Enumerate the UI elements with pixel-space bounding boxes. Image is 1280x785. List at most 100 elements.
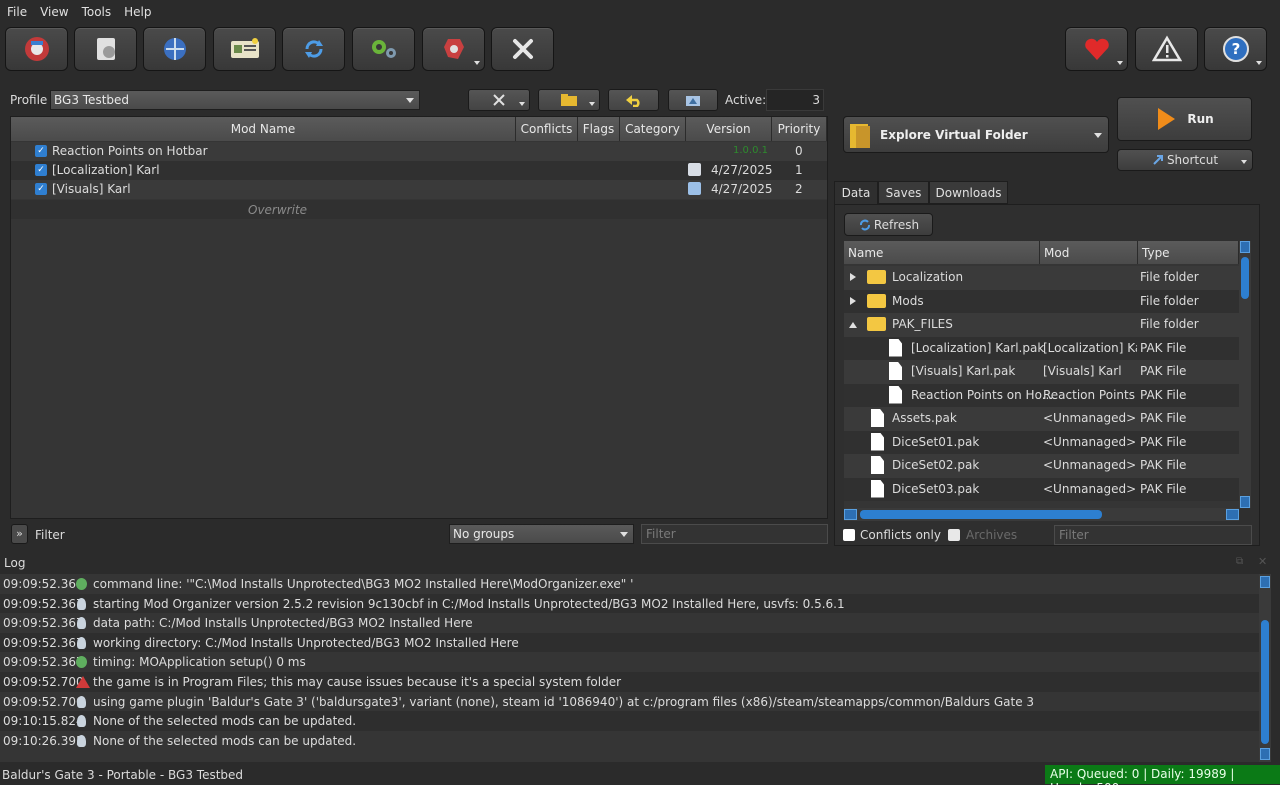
- tree-row[interactable]: DiceSet03.pak <Unmanaged> PAK File: [844, 477, 1239, 501]
- mod-enabled-checkbox[interactable]: ✓: [35, 145, 47, 157]
- undock-icon[interactable]: ⧉: [1236, 556, 1243, 567]
- tree-row[interactable]: Reaction Points on Ho... Reaction Points…: [844, 383, 1239, 407]
- shortcut-button[interactable]: Shortcut: [1117, 149, 1253, 171]
- header-flags[interactable]: Flags: [578, 117, 620, 141]
- ini-editor-button[interactable]: [213, 27, 276, 71]
- archives-label: Archives: [966, 528, 1018, 542]
- log-entry[interactable]: 09:09:52.700 the game is in Program File…: [0, 672, 1259, 692]
- menu-view[interactable]: View: [36, 5, 77, 19]
- executables-button[interactable]: [491, 27, 554, 71]
- scroll-down-icon[interactable]: [1240, 496, 1250, 508]
- header-name[interactable]: Name: [844, 241, 1040, 264]
- refresh-button[interactable]: [282, 27, 345, 71]
- endorse-button[interactable]: [1065, 27, 1128, 71]
- tab-data[interactable]: Data: [834, 181, 878, 204]
- log-entry[interactable]: 09:09:52.700 using game plugin 'Baldur's…: [0, 691, 1259, 712]
- chevron-down-icon: [589, 102, 595, 106]
- overwrite-row[interactable]: Overwrite: [11, 200, 827, 219]
- menu-file[interactable]: File: [3, 5, 36, 19]
- tab-saves[interactable]: Saves: [878, 181, 929, 204]
- expand-filters-button[interactable]: »: [11, 524, 28, 544]
- log-entry[interactable]: 09:10:15.824 None of the selected mods c…: [0, 711, 1259, 731]
- mod-row[interactable]: ✓ Reaction Points on Hotbar 1.0.0.1 0: [11, 142, 827, 161]
- tree-row[interactable]: [Localization] Karl.pak [Localization] K…: [844, 336, 1239, 360]
- data-filter-input[interactable]: Filter: [1054, 525, 1252, 545]
- log-title: Log: [4, 556, 26, 570]
- open-folder-button[interactable]: [538, 89, 600, 111]
- tools-dropdown-button[interactable]: [422, 27, 485, 71]
- settings-button[interactable]: [352, 27, 415, 71]
- tree-item-mod: <Unmanaged>: [1043, 411, 1137, 425]
- nexus-button[interactable]: [143, 27, 206, 71]
- mod-enabled-checkbox[interactable]: ✓: [35, 164, 47, 176]
- conflicts-only-checkbox[interactable]: [843, 529, 855, 541]
- archives-checkbox[interactable]: [948, 529, 960, 541]
- tree-horizontal-scrollbar[interactable]: [844, 508, 1239, 521]
- header-mod[interactable]: Mod: [1040, 241, 1138, 264]
- tree-item-type: PAK File: [1140, 434, 1187, 449]
- menu-help[interactable]: Help: [120, 5, 160, 19]
- modlist-actions-button[interactable]: [468, 89, 530, 111]
- tree-vertical-scrollbar[interactable]: [1239, 241, 1251, 508]
- scroll-up-icon[interactable]: [1260, 576, 1270, 588]
- scroll-thumb[interactable]: [1241, 257, 1249, 299]
- log-entry[interactable]: 09:09:52.367 working directory: C:/Mod I…: [0, 632, 1259, 653]
- close-icon[interactable]: ✕: [1258, 555, 1267, 568]
- mod-list[interactable]: Mod Name Conflicts Flags Category Versio…: [10, 116, 828, 519]
- tree-row[interactable]: DiceSet01.pak <Unmanaged> PAK File: [844, 430, 1239, 454]
- header-priority[interactable]: Priority: [772, 117, 827, 141]
- menu-tools[interactable]: Tools: [78, 5, 121, 19]
- nexus-icon: [163, 38, 186, 60]
- scroll-right-icon[interactable]: [1226, 509, 1239, 520]
- log-entry[interactable]: 09:09:52.367 timing: MOApplication setup…: [0, 652, 1259, 672]
- log-entry[interactable]: 09:09:52.367 starting Mod Organizer vers…: [0, 593, 1259, 614]
- tree-row[interactable]: DiceSet02.pak <Unmanaged> PAK File: [844, 454, 1239, 478]
- notifications-button[interactable]: [1135, 27, 1198, 71]
- tab-downloads[interactable]: Downloads: [929, 181, 1008, 204]
- header-category[interactable]: Category: [620, 117, 686, 141]
- groups-select[interactable]: No groups: [449, 524, 634, 544]
- tree-item-type: File folder: [1140, 293, 1199, 308]
- tree-row[interactable]: [Visuals] Karl.pak [Visuals] Karl PAK Fi…: [844, 360, 1239, 384]
- profile-select[interactable]: BG3 Testbed: [50, 90, 420, 110]
- expand-arrow-icon[interactable]: [850, 296, 856, 305]
- instance-manager-button[interactable]: [5, 27, 68, 71]
- log-entry[interactable]: 09:09:52.367 data path: C:/Mod Installs …: [0, 613, 1259, 633]
- scroll-thumb[interactable]: [860, 510, 1102, 519]
- mod-row[interactable]: ✓ [Visuals] Karl 4/27/2025 2: [11, 180, 827, 199]
- log-entry[interactable]: 09:10:26.395 None of the selected mods c…: [0, 730, 1259, 751]
- log-list[interactable]: 09:09:52.366 command line: '"C:\Mod Inst…: [0, 574, 1259, 762]
- restore-backup-button[interactable]: [608, 89, 659, 111]
- profiles-button[interactable]: [74, 27, 137, 71]
- data-tree[interactable]: Name Mod Type Localization File folder M…: [844, 241, 1239, 508]
- log-vertical-scrollbar[interactable]: [1259, 574, 1271, 762]
- modlist-filter-input[interactable]: Filter: [641, 524, 828, 544]
- active-count-value: 3: [812, 93, 820, 107]
- refresh-data-button[interactable]: Refresh: [844, 213, 933, 236]
- tree-row[interactable]: Localization File folder: [844, 266, 1239, 290]
- header-mod-name[interactable]: Mod Name: [11, 117, 516, 141]
- expand-arrow-icon[interactable]: [850, 273, 856, 281]
- log-time: 09:09:52.700: [3, 675, 84, 689]
- tree-row[interactable]: Assets.pak <Unmanaged> PAK File: [844, 407, 1239, 431]
- scroll-down-icon[interactable]: [1260, 748, 1270, 760]
- create-backup-button[interactable]: [668, 89, 718, 111]
- header-type[interactable]: Type: [1138, 241, 1239, 264]
- tree-row[interactable]: PAK_FILES File folder: [844, 313, 1239, 337]
- tree-row[interactable]: Mods File folder: [844, 289, 1239, 313]
- help-button[interactable]: ?: [1204, 27, 1267, 71]
- header-version[interactable]: Version: [686, 117, 772, 141]
- explore-virtual-folder-select[interactable]: Explore Virtual Folder: [843, 116, 1109, 153]
- scroll-thumb[interactable]: [1261, 620, 1269, 744]
- header-conflicts[interactable]: Conflicts: [516, 117, 578, 141]
- folder-icon: [561, 94, 577, 106]
- mod-row[interactable]: ✓ [Localization] Karl 4/27/2025 1: [11, 161, 827, 180]
- log-entry[interactable]: 09:09:52.366 command line: '"C:\Mod Inst…: [0, 574, 1259, 594]
- log-message: None of the selected mods can be updated…: [93, 714, 357, 729]
- info-bulb-icon: [77, 695, 86, 708]
- scroll-left-icon[interactable]: [844, 509, 857, 520]
- collapse-arrow-icon[interactable]: [849, 322, 857, 328]
- mod-enabled-checkbox[interactable]: ✓: [35, 183, 47, 195]
- scroll-up-icon[interactable]: [1240, 241, 1250, 253]
- run-button[interactable]: Run: [1117, 97, 1252, 141]
